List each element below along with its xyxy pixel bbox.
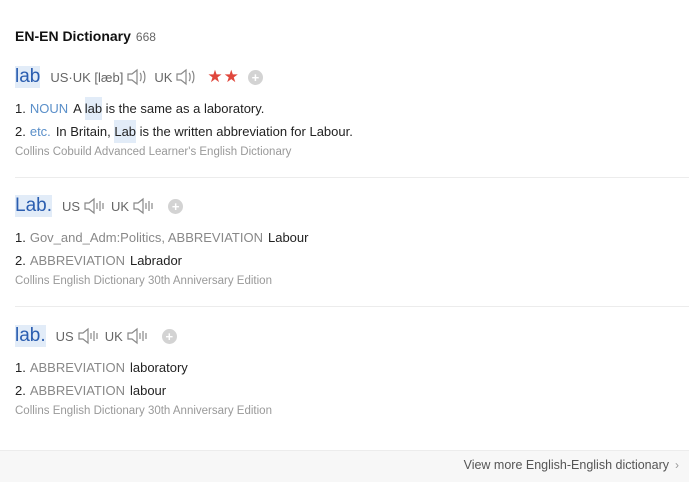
part-of-speech: ABBREVIATION xyxy=(29,360,125,375)
definition-item: 1. ABBREVIATION laboratory xyxy=(15,356,689,379)
highlighted-word: Lab xyxy=(114,120,137,143)
highlighted-word: lab xyxy=(84,97,103,120)
pronunciation-uk-label: UK xyxy=(154,69,173,85)
definition-item: 2. ABBREVIATION Labrador xyxy=(15,249,689,272)
speaker-icon[interactable] xyxy=(83,197,105,215)
dictionary-source: Collins English Dictionary 30th Annivers… xyxy=(15,275,272,287)
part-of-speech: NOUN xyxy=(29,101,69,116)
frequency-stars: ★★ xyxy=(207,67,240,86)
speaker-icon[interactable] xyxy=(132,197,154,215)
speaker-icon[interactable] xyxy=(175,68,197,86)
definition-item: 2. etc. In Britain, Lab is the written a… xyxy=(15,120,689,143)
add-to-wordbook-button[interactable]: + xyxy=(161,328,177,344)
definition-text: A xyxy=(73,101,85,116)
dictionary-panel: EN-EN Dictionary 668 lab US·UK [læb] UK … xyxy=(0,0,689,482)
definition-number: 2. xyxy=(15,124,26,139)
pronunciation-us-label: US xyxy=(61,198,81,214)
definition-number: 2. xyxy=(15,253,26,268)
definition-text: laboratory xyxy=(129,360,188,375)
definitions: 1. Gov_and_Adm:Politics, ABBREVIATION La… xyxy=(15,226,689,272)
part-of-speech: Gov_and_Adm:Politics, ABBREVIATION xyxy=(29,230,263,245)
headword[interactable]: lab xyxy=(15,66,41,88)
definition-text: labour xyxy=(129,383,167,398)
part-of-speech: etc. xyxy=(29,124,51,139)
pronunciation-label: US·UK [læb] xyxy=(50,69,124,85)
chevron-right-icon: › xyxy=(675,458,679,472)
definitions: 1. NOUN A lab is the same as a laborator… xyxy=(15,97,689,143)
dictionary-source: Collins English Dictionary 30th Annivers… xyxy=(15,405,272,417)
view-more-link[interactable]: View more English-English dictionary › xyxy=(464,458,679,472)
definition-number: 1. xyxy=(15,360,26,375)
definition-item: 1. NOUN A lab is the same as a laborator… xyxy=(15,97,689,120)
speaker-icon[interactable] xyxy=(77,327,99,345)
speaker-icon[interactable] xyxy=(126,327,148,345)
definition-number: 2. xyxy=(15,383,26,398)
entry-head: lab. US UK + xyxy=(15,324,689,348)
pronunciation-us-label: US xyxy=(55,328,74,344)
definition-item: 2. ABBREVIATION labour xyxy=(15,379,689,402)
part-of-speech: ABBREVIATION xyxy=(29,253,125,268)
pronunciation-uk-label: UK xyxy=(111,198,130,214)
divider xyxy=(15,177,689,178)
view-more-label: View more English-English dictionary xyxy=(463,458,669,472)
definition-number: 1. xyxy=(15,101,26,116)
pronunciation: US UK xyxy=(62,197,160,215)
headword[interactable]: lab. xyxy=(15,325,46,347)
pronunciation-uk-label: UK xyxy=(104,328,123,344)
definition-text: is the same as a laboratory. xyxy=(102,101,265,116)
definition-number: 1. xyxy=(15,230,26,245)
divider xyxy=(15,306,689,307)
speaker-icon[interactable] xyxy=(126,68,148,86)
headword[interactable]: Lab. xyxy=(15,195,52,217)
entry-head: Lab. US UK + xyxy=(15,194,689,218)
entry-head: lab US·UK [læb] UK ★★ + xyxy=(15,65,689,89)
add-to-wordbook-button[interactable]: + xyxy=(168,198,184,214)
pronunciation: US UK xyxy=(56,327,154,345)
definitions: 1. ABBREVIATION laboratory 2. ABBREVIATI… xyxy=(15,356,689,402)
definition-text: Labour xyxy=(267,230,309,245)
part-of-speech: ABBREVIATION xyxy=(29,383,125,398)
add-to-wordbook-button[interactable]: + xyxy=(247,69,263,85)
entry-Lab-abbrev: Lab. US UK + 1. Gov_and_Adm:Politics, AB… xyxy=(15,194,689,287)
dictionary-source: Collins Cobuild Advanced Learner's Engli… xyxy=(15,146,292,158)
dictionary-title: EN-EN Dictionary xyxy=(15,28,131,44)
dictionary-header: EN-EN Dictionary 668 xyxy=(15,28,156,44)
definition-text: is the written abbreviation for Labour. xyxy=(136,124,353,139)
result-count: 668 xyxy=(135,30,156,44)
footer-bar: View more English-English dictionary › xyxy=(0,450,689,482)
definition-text: Labrador xyxy=(129,253,183,268)
pronunciation-us-uk: US·UK [læb] UK xyxy=(50,68,203,86)
entry-lab-abbrev: lab. US UK + 1. ABBREVIATION laboratory … xyxy=(15,324,689,417)
entry-lab: lab US·UK [læb] UK ★★ + 1. NOUN A lab is xyxy=(15,65,689,158)
definition-text: In Britain, xyxy=(55,124,115,139)
definition-item: 1. Gov_and_Adm:Politics, ABBREVIATION La… xyxy=(15,226,689,249)
